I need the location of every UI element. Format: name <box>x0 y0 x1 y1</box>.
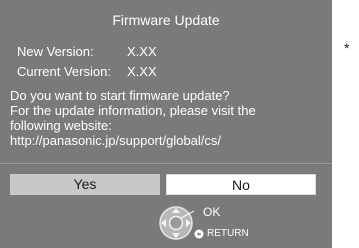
new-version-label: New Version: <box>17 44 94 59</box>
ok-hint-label: OK <box>203 205 221 219</box>
return-hint-label: RETURN <box>207 228 249 239</box>
current-version-row: Current Version: X.XX <box>17 64 157 79</box>
message-line: Do you want to start firmware update? <box>10 88 230 103</box>
no-button[interactable]: No <box>166 174 316 195</box>
divider <box>0 163 332 164</box>
firmware-update-dialog: Firmware Update New Version: X.XX Current… <box>0 0 332 248</box>
support-url: http://panasonic.jp/support/global/cs/ <box>10 133 222 148</box>
current-version-value: X.XX <box>127 64 157 79</box>
return-hint: RETURN <box>194 228 249 239</box>
update-message: Do you want to start firmware update? Fo… <box>10 88 326 148</box>
current-version-label: Current Version: <box>17 64 111 79</box>
new-version-row: New Version: X.XX <box>17 44 157 59</box>
yes-button[interactable]: Yes <box>10 174 160 195</box>
footnote-asterisk: * <box>344 40 350 56</box>
return-icon <box>194 229 204 238</box>
directional-pad-icon <box>159 206 194 240</box>
message-line: For the update information, please visit… <box>10 103 256 118</box>
new-version-value: X.XX <box>127 44 157 59</box>
message-line: following website: <box>10 118 112 133</box>
dialog-title: Firmware Update <box>112 12 220 28</box>
